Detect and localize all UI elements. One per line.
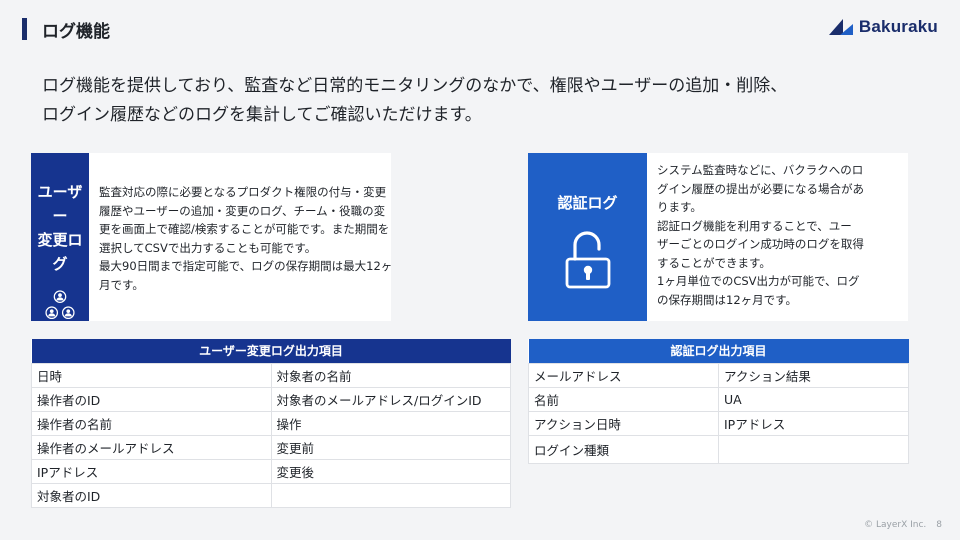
- table-cell: 日時: [31, 362, 272, 388]
- card-body-line: ザーごとのログイン成功時のログを取得: [657, 237, 864, 251]
- table-cell: [270, 482, 511, 508]
- auth-log-card-body: システム監査時などに、バクラクへのロ グイン履歴の提出が必要になる場合があ りま…: [647, 153, 908, 321]
- page-title: ログ機能: [42, 22, 110, 42]
- card-title-line-1: ユーザー: [37, 183, 83, 225]
- table-header-row: 認証ログ出力項目: [528, 339, 909, 363]
- table-cell: 操作者の名前: [31, 410, 272, 436]
- table-cell: 操作者のID: [31, 386, 272, 412]
- table-cell: IPアドレス: [718, 410, 909, 436]
- card-body-line: 履歴やユーザーの追加・変更のログ、チーム・役職の変: [99, 203, 386, 218]
- user-change-log-card-title: ユーザー 変更ログ: [31, 180, 89, 276]
- title-accent-bar: [22, 18, 27, 40]
- lead-line-1: ログ機能を提供しており、監査など日常的モニタリングのなかで、権限やユーザーの追加…: [42, 76, 788, 96]
- table-row: IPアドレス 変更後: [31, 458, 511, 484]
- table-cell: 操作: [270, 410, 511, 436]
- lead-text: ログ機能を提供しており、監査など日常的モニタリングのなかで、権限やユーザーの追加…: [42, 72, 922, 130]
- card-body-line: 監査対応の際に必要となるプロダクト権限の付与・変更: [99, 185, 387, 199]
- user-change-log-card-header: ユーザー 変更ログ: [31, 153, 89, 321]
- table-cell: 対象者のID: [31, 482, 272, 508]
- table-row: 対象者のID: [31, 482, 511, 508]
- table-cell: 変更前: [270, 434, 511, 460]
- card-body-line: 月です。: [99, 277, 144, 292]
- table-cell: 名前: [528, 386, 719, 412]
- table-cell: ログイン種類: [528, 434, 719, 464]
- card-body-line: ります。: [657, 200, 702, 214]
- logo-text: Bakuraku: [858, 17, 938, 36]
- card-body-line: 1ヶ月単位でのCSV出力が可能で、ログ: [657, 274, 860, 288]
- users-icon: [45, 290, 75, 320]
- table-cell: UA: [718, 386, 909, 412]
- auth-log-card: 認証ログ システム監査時などに、バクラクへのロ グイン履歴の提出が必要になる場合…: [528, 153, 908, 321]
- bakuraku-logo-mark-icon: [828, 19, 853, 35]
- table-cell: アクション結果: [718, 362, 909, 388]
- table-cell: [718, 434, 909, 464]
- table-cell: IPアドレス: [31, 458, 272, 484]
- table-row: 名前 UA: [528, 386, 909, 412]
- card-body-line: 選択してCSVで出力することも可能です。: [99, 240, 317, 255]
- card-body-line: システム監査時などに、バクラクへのロ: [657, 163, 864, 177]
- table-header: 認証ログ出力項目: [528, 339, 909, 363]
- table-row: メールアドレス アクション結果: [528, 362, 909, 388]
- card-body-line: することができます。: [657, 255, 771, 270]
- lead-line-2: ログイン履歴などのログを集計してご確認いただけます。: [42, 105, 482, 125]
- table-cell: 対象者の名前: [270, 362, 511, 388]
- table-row: 操作者のID 対象者のメールアドレス/ログインID: [31, 386, 511, 412]
- user-change-log-card-body: 監査対応の際に必要となるプロダクト権限の付与・変更 履歴やユーザーの追加・変更の…: [89, 153, 400, 321]
- page-number: 8: [936, 520, 942, 530]
- user-change-log-items-table: ユーザー変更ログ出力項目 日時 対象者の名前 操作者のID 対象者のメールアドレ…: [31, 339, 511, 508]
- auth-log-items-table: 認証ログ出力項目 メールアドレス アクション結果 名前 UA アクション日時 I…: [528, 339, 909, 464]
- table-header-row: ユーザー変更ログ出力項目: [31, 339, 511, 363]
- lock-open-icon: [565, 231, 610, 289]
- card-body-line: 認証ログ機能を利用することで、ユー: [657, 218, 852, 233]
- table-row: ログイン種類: [528, 434, 909, 464]
- table-cell: メールアドレス: [528, 362, 719, 388]
- table-row: アクション日時 IPアドレス: [528, 410, 909, 436]
- footer: © LayerX Inc. 8: [864, 520, 942, 530]
- table-cell: 変更後: [270, 458, 511, 484]
- auth-log-card-header: 認証ログ: [528, 153, 647, 321]
- table-cell: アクション日時: [528, 410, 719, 436]
- card-title-line-2: 変更ログ: [37, 231, 83, 273]
- bakuraku-logo: Bakuraku: [828, 17, 938, 37]
- table-header: ユーザー変更ログ出力項目: [31, 339, 511, 363]
- table-row: 操作者のメールアドレス 変更前: [31, 434, 511, 460]
- card-body-line: 更を画面上で確認/検索することが可能です。また期間を: [99, 222, 390, 236]
- table-row: 操作者の名前 操作: [31, 410, 511, 436]
- copyright: © LayerX Inc.: [864, 520, 927, 530]
- card-body-line: の保存期間は12ヶ月です。: [657, 292, 797, 307]
- table-cell: 操作者のメールアドレス: [31, 434, 272, 460]
- card-body-line: グイン履歴の提出が必要になる場合があ: [657, 181, 864, 196]
- card-body-line: 最大90日間まで指定可能で、ログの保存期間は最大12ヶ: [99, 259, 393, 273]
- table-row: 日時 対象者の名前: [31, 362, 511, 388]
- auth-log-card-title: 認証ログ: [557, 194, 618, 212]
- table-cell: 対象者のメールアドレス/ログインID: [270, 386, 511, 412]
- user-change-log-card: ユーザー 変更ログ 監査対応の際に必要となるプロダクト権限の付与・変更 履歴やユ…: [31, 153, 392, 321]
